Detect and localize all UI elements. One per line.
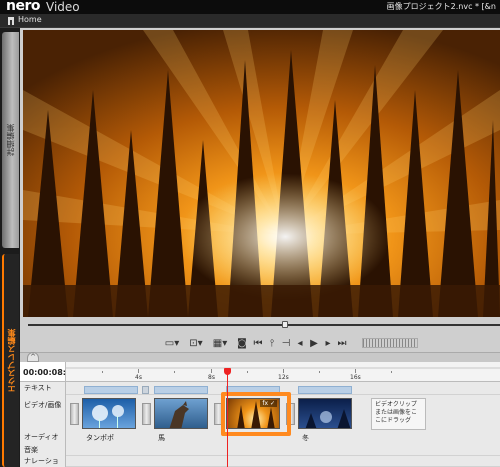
fit-button[interactable]: ⊡▾ [186,335,206,351]
ruler-tick [138,369,139,373]
clip-winter[interactable] [298,398,352,429]
selected-clip-highlight [221,392,291,436]
horse-thumbnail [169,401,189,428]
narration-track[interactable] [66,456,500,467]
ruler-tick [391,371,392,373]
clip-horse[interactable] [154,398,208,429]
track-label-music: 音楽 [20,445,66,456]
seek-handle[interactable] [282,321,288,328]
tab-express-editing[interactable]: エクスプレス編集 [2,254,19,467]
tab-express-label: エクスプレス編集 [7,328,16,393]
audio-level-meter [362,338,418,348]
seek-track [28,324,500,326]
ruler-tick [283,369,284,373]
playhead-line[interactable] [227,371,228,467]
end-button[interactable]: ⏭ [334,335,350,351]
ruler-tick [174,371,175,373]
timeline: 00:00:08:0 4s 8s 12s 16s テキスト ビデオ/画像 オーデ… [20,362,500,467]
clip-label-dandelion: タンポポ [86,434,114,442]
music-track[interactable] [66,445,500,456]
clip-label-horse: 馬 [158,434,165,442]
clip-drop-zone[interactable]: ビデオクリップまたは画像をここにドラッグ [371,398,426,430]
ruler-label: 12s [278,374,289,381]
dandelion-thumbnail [92,405,124,428]
title-slot[interactable] [84,386,138,394]
display-mode-button[interactable]: ▭▾ [162,335,182,351]
collapse-button[interactable]: ^ [27,352,39,362]
video-preview[interactable] [23,30,500,317]
track-label-text: テキスト [20,382,66,395]
transition-marker[interactable] [70,403,79,425]
title-slot[interactable] [154,386,208,394]
time-ruler[interactable]: 4s 8s 12s 16s [66,362,500,382]
app-name: Video [46,0,80,14]
clip-dandelion[interactable] [82,398,136,429]
sunlit-forest-image [23,30,500,317]
timeline-collapse-strip: ^ [20,352,500,362]
home-icon[interactable] [7,16,15,25]
tab-advanced-editing[interactable]: 詳細編集 [2,32,19,248]
ruler-tick [319,371,320,373]
tab-advanced-label: 詳細編集 [6,124,15,156]
ruler-tick [102,371,103,373]
ruler-tick [211,369,212,373]
ruler-label: 16s [350,374,361,381]
ruler-label: 4s [135,374,142,381]
home-link[interactable]: Home [18,15,42,24]
title-slot[interactable] [298,386,352,394]
track-label-audio: オーディオ [20,430,66,445]
ruler-tick [355,369,356,373]
nero-video-window: nero Video 画像プロジェクト2.nvc * [&n Home 詳細編集… [0,0,500,467]
app-logo: nero [6,0,40,14]
timecode-display: 00:00:08:0 [20,362,72,382]
project-title: 画像プロジェクト2.nvc * [&n [386,2,496,11]
title-bar: nero Video 画像プロジェクト2.nvc * [&n [0,0,500,14]
seek-bar[interactable] [28,321,500,328]
ruler-tick [247,371,248,373]
track-label-video: ビデオ/画像 [20,395,66,430]
transition-slot[interactable] [142,386,149,394]
mode-tabs: 詳細編集 エクスプレス編集 [0,28,20,467]
ruler-label: 8s [208,374,215,381]
transition-marker[interactable] [142,403,151,425]
clip-label-winter: 冬 [302,434,309,442]
layout-button[interactable]: ▦▾ [210,335,230,351]
winter-thumbnail [305,409,351,428]
preview-panel: ▭▾ ⊡▾ ▦▾ ◙ ⏮ ⫯ ⊣ ◂ ▶ ▸ ⏭ ⊢ [20,28,500,358]
snapshot-button[interactable]: ◙ [234,335,250,351]
track-label-narration: ナレーション [20,456,66,467]
nav-bar: Home [0,14,500,28]
